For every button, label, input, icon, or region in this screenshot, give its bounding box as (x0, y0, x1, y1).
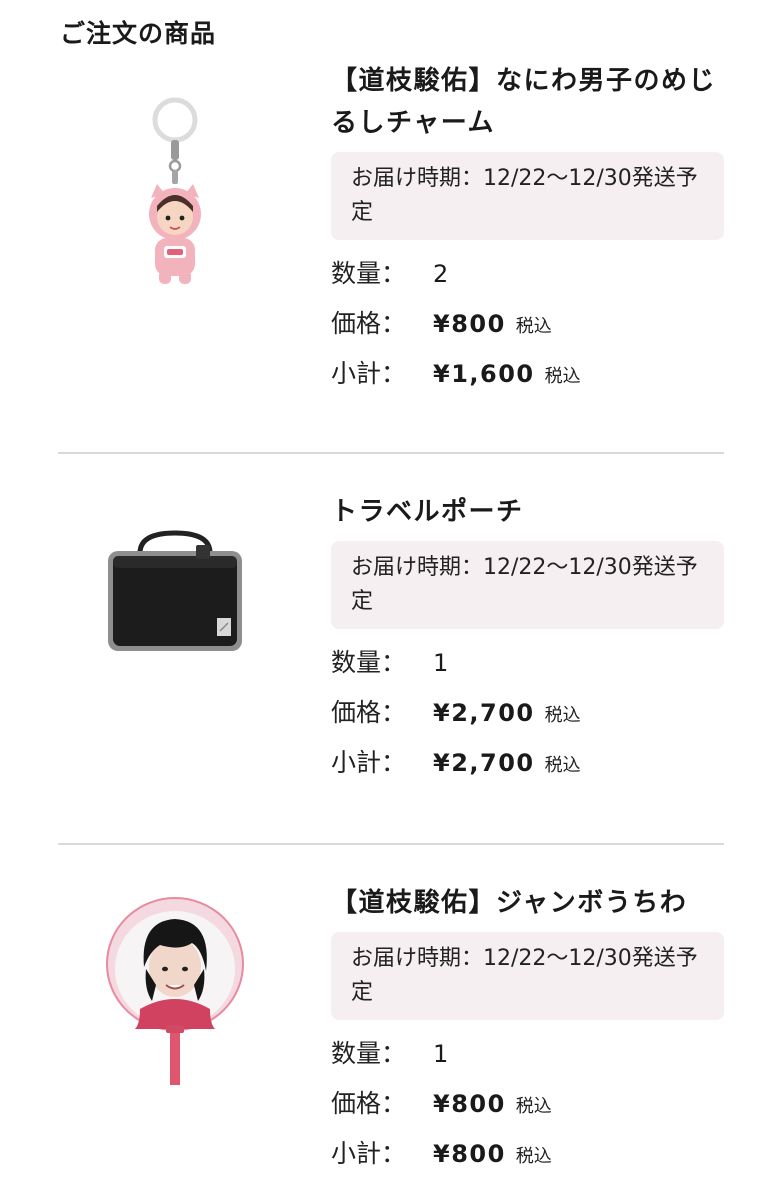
quantity-row: 数量： 1 (331, 643, 724, 693)
tax-label: 税込 (544, 366, 581, 387)
price-label: 価格： (331, 698, 407, 727)
subtotal-row: 小計： ¥2,700 税込 (331, 743, 724, 793)
shipping-info: お届け時期：12/22〜12/30発送予定 (331, 932, 724, 1020)
travel-pouch-image (108, 530, 242, 651)
price-label: 価格： (331, 1089, 407, 1118)
price-value: ¥800 (433, 310, 506, 338)
quantity-value: 1 (433, 649, 449, 677)
product-image[interactable] (90, 884, 260, 1114)
tax-label: 税込 (515, 316, 552, 337)
subtotal-label: 小計： (331, 359, 407, 388)
quantity-label: 数量： (331, 1039, 407, 1068)
price-value: ¥800 (433, 1090, 506, 1118)
order-item: 【道枝駿佑】なにわ男子のめじるしチャーム お届け時期：12/22〜12/30発送… (0, 60, 782, 452)
tax-label: 税込 (515, 1146, 552, 1167)
quantity-label: 数量： (331, 648, 407, 677)
product-name[interactable]: 【道枝駿佑】ジャンボうちわ (331, 882, 724, 924)
tax-label: 税込 (544, 705, 581, 726)
tax-label: 税込 (544, 755, 581, 776)
price-value: ¥2,700 (433, 699, 535, 727)
order-item: 【道枝駿佑】ジャンボうちわ お届け時期：12/22〜12/30発送予定 数量： … (0, 844, 782, 1200)
subtotal-value: ¥1,600 (433, 360, 535, 388)
shipping-info: お届け時期：12/22〜12/30発送予定 (331, 541, 724, 629)
section-title: ご注文の商品 (60, 19, 217, 48)
quantity-row: 数量： 1 (331, 1034, 724, 1084)
price-row: 価格： ¥2,700 税込 (331, 693, 724, 743)
keychain-charm-image (149, 97, 201, 284)
order-item: トラベルポーチ お届け時期：12/22〜12/30発送予定 数量： 1 価格： … (0, 453, 782, 843)
product-name[interactable]: 【道枝駿佑】なにわ男子のめじるしチャーム (331, 60, 724, 144)
subtotal-value: ¥800 (433, 1140, 506, 1168)
product-image[interactable] (90, 513, 260, 673)
quantity-value: 2 (433, 260, 449, 288)
quantity-row: 数量： 2 (331, 254, 724, 304)
tax-label: 税込 (515, 1096, 552, 1117)
jumbo-fan-image (106, 897, 244, 1085)
subtotal-row: 小計： ¥800 税込 (331, 1134, 724, 1184)
price-row: 価格： ¥800 税込 (331, 1084, 724, 1134)
subtotal-label: 小計： (331, 1139, 407, 1168)
subtotal-value: ¥2,700 (433, 749, 535, 777)
quantity-value: 1 (433, 1040, 449, 1068)
price-label: 価格： (331, 309, 407, 338)
product-image[interactable] (90, 80, 260, 300)
shipping-info: お届け時期：12/22〜12/30発送予定 (331, 152, 724, 240)
subtotal-label: 小計： (331, 748, 407, 777)
subtotal-row: 小計： ¥1,600 税込 (331, 354, 724, 404)
product-name[interactable]: トラベルポーチ (331, 491, 724, 533)
price-row: 価格： ¥800 税込 (331, 304, 724, 354)
quantity-label: 数量： (331, 259, 407, 288)
